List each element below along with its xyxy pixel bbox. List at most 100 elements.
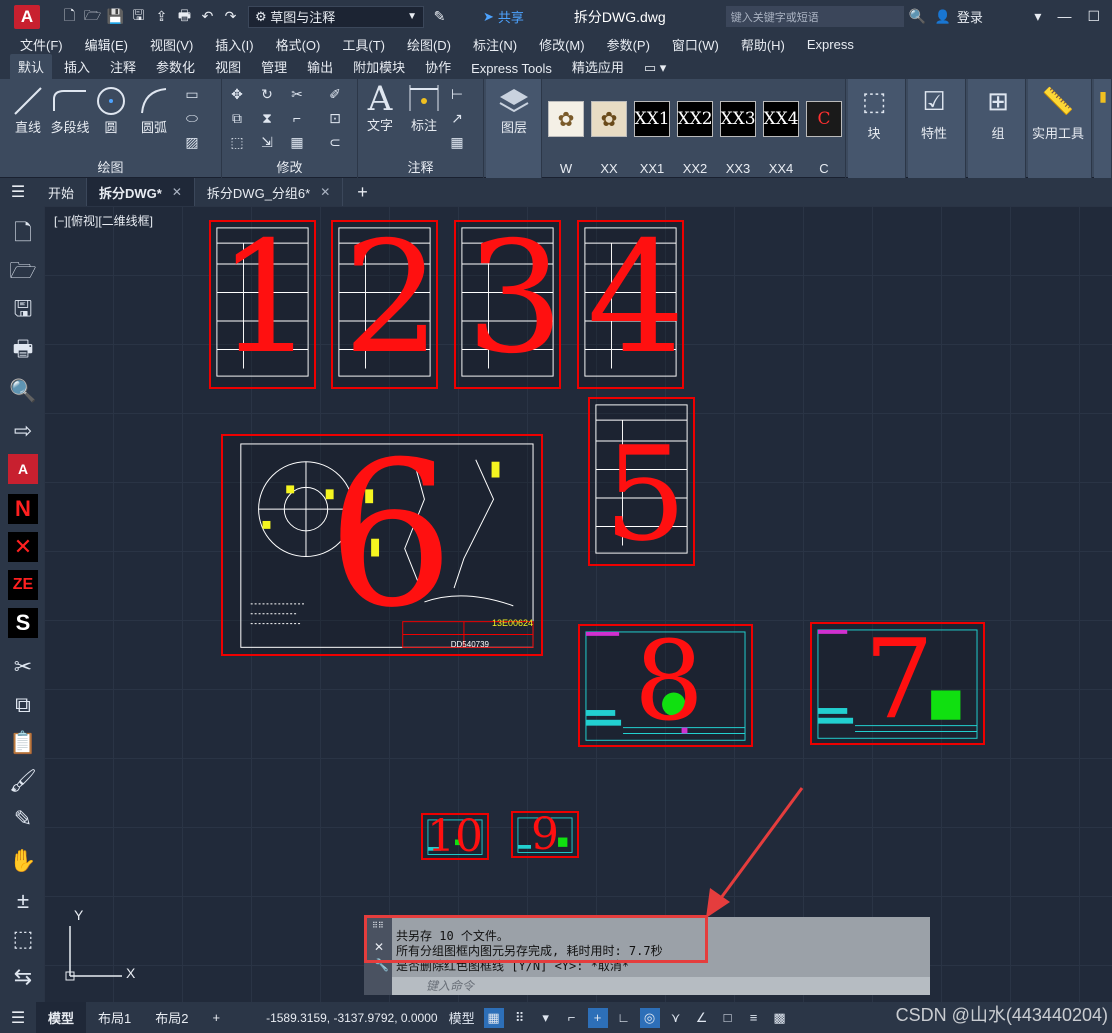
menu-item[interactable]: Express: [807, 37, 854, 52]
ribbon-tab[interactable]: 参数化: [148, 54, 203, 79]
match-properties-icon[interactable]: 🖌: [8, 766, 38, 796]
utilities-panel[interactable]: 📏 实用工具: [1028, 79, 1092, 178]
frame-8[interactable]: 8: [578, 624, 753, 747]
zoom-realtime-icon[interactable]: ±: [8, 886, 38, 916]
osnap-track-icon[interactable]: ∠: [692, 1008, 712, 1028]
layers-button[interactable]: 图层: [496, 85, 532, 136]
frame-2[interactable]: 2: [331, 220, 441, 389]
polyline-button[interactable]: 多段线: [50, 85, 90, 136]
model-space-toggle[interactable]: 模型: [446, 1008, 478, 1028]
n-block-icon[interactable]: N: [8, 494, 38, 524]
save-as-icon[interactable]: 🖫: [129, 7, 148, 26]
tab-current-drawing[interactable]: 拆分DWG* ✕: [87, 178, 195, 206]
block-thumbnail[interactable]: ✿: [548, 101, 584, 137]
dropdown-icon[interactable]: ▾: [536, 1008, 556, 1028]
ribbon-tab[interactable]: 精选应用: [564, 54, 632, 79]
frame-1[interactable]: 1: [209, 220, 316, 389]
block-thumbnail[interactable]: XX4: [763, 101, 799, 137]
table-icon[interactable]: ▦: [448, 133, 466, 151]
hamburger-menu-icon[interactable]: ☰: [0, 182, 36, 202]
save-icon[interactable]: 🖫: [8, 296, 38, 326]
scale-icon[interactable]: ⇲: [258, 133, 276, 151]
menu-item[interactable]: 编辑(E): [85, 35, 128, 54]
ellipse-icon[interactable]: ⬭: [183, 109, 201, 127]
group-panel[interactable]: ⊞ 组: [968, 79, 1026, 178]
block-editor-icon[interactable]: ✎: [8, 804, 38, 834]
frame-7[interactable]: 7: [810, 622, 985, 745]
infer-icon[interactable]: ⌐: [562, 1008, 582, 1028]
group-button[interactable]: ⊞ 组: [982, 85, 1014, 142]
pan-icon[interactable]: ✋: [8, 846, 38, 876]
menu-item[interactable]: 格式(O): [276, 35, 321, 54]
ribbon-tab[interactable]: 附加模块: [345, 54, 413, 79]
annotation-panel-title[interactable]: 注释: [358, 157, 483, 176]
line-button[interactable]: 直线: [12, 85, 44, 136]
workspace-switcher[interactable]: ⚙ 草图与注释 ▼: [248, 5, 424, 28]
add-layout-icon[interactable]: +: [200, 1002, 232, 1033]
tab-model[interactable]: 模型: [36, 1002, 87, 1033]
linear-dim-icon[interactable]: ⊢: [448, 85, 466, 103]
snap-icon[interactable]: ⠿: [510, 1008, 530, 1028]
erase-icon[interactable]: ✐: [326, 85, 344, 103]
menu-item[interactable]: 参数(P): [607, 35, 650, 54]
drawing-canvas[interactable]: [−][俯视][二维线框] 1 2 3 4 5 13E00624 DD54073…: [44, 206, 1112, 1002]
minimize-icon[interactable]: —: [1057, 8, 1071, 25]
ribbon-tab[interactable]: 管理: [253, 54, 295, 79]
menu-item[interactable]: 窗口(W): [672, 35, 719, 54]
login-button[interactable]: 👤 登录: [935, 7, 983, 26]
zoom-window-icon[interactable]: ⬚: [8, 924, 38, 954]
ortho-icon[interactable]: ∟: [614, 1008, 634, 1028]
copy-icon[interactable]: ⧉: [8, 690, 38, 720]
menu-item[interactable]: 绘图(D): [407, 35, 451, 54]
ribbon-tab[interactable]: 注释: [102, 54, 144, 79]
copy-icon[interactable]: ⧉: [228, 109, 246, 127]
draw-panel-title[interactable]: 绘图: [0, 157, 221, 176]
grid-icon[interactable]: ▦: [483, 1007, 504, 1028]
block-button[interactable]: ⬚ 块: [858, 85, 890, 142]
ribbon-toggle-icon[interactable]: ▭ ▾: [636, 57, 674, 79]
s-block-icon[interactable]: S: [8, 608, 38, 638]
modify-panel-title[interactable]: 修改: [222, 157, 357, 176]
ribbon-tab[interactable]: 插入: [56, 54, 98, 79]
close-tab-icon[interactable]: ✕: [172, 185, 182, 199]
move-icon[interactable]: ✥: [228, 85, 246, 103]
new-icon[interactable]: 🗋: [8, 220, 38, 250]
x-block-icon[interactable]: ✕: [8, 532, 38, 562]
menu-item[interactable]: 文件(F): [20, 35, 63, 54]
frame-6[interactable]: 13E00624 DD540739 6: [221, 434, 543, 656]
open-file-icon[interactable]: 🗁: [83, 7, 102, 26]
menu-item[interactable]: 工具(T): [342, 35, 385, 54]
print-icon[interactable]: 🖶: [8, 336, 38, 366]
command-input[interactable]: 键入命令: [392, 977, 930, 995]
brush-icon[interactable]: ✎: [430, 7, 449, 26]
preview-icon[interactable]: 🔍: [8, 376, 38, 406]
frame-10[interactable]: 10: [421, 813, 489, 860]
osnap-icon[interactable]: □: [718, 1008, 738, 1028]
explode-icon[interactable]: ⊡: [326, 109, 344, 127]
properties-panel[interactable]: ☑ 特性: [908, 79, 966, 178]
block-thumbnail[interactable]: XX2: [677, 101, 713, 137]
frame-4[interactable]: 4: [577, 220, 685, 389]
fillet-icon[interactable]: ⌐: [288, 109, 306, 127]
rotate-icon[interactable]: ↻: [258, 85, 276, 103]
ze-block-icon[interactable]: ZE: [8, 570, 38, 600]
properties-button[interactable]: ☑ 特性: [918, 85, 950, 142]
menu-item[interactable]: 插入(I): [215, 35, 253, 54]
menu-more-icon[interactable]: ▾: [1034, 8, 1041, 25]
ribbon-tab[interactable]: 协作: [417, 54, 459, 79]
menu-item[interactable]: 标注(N): [473, 35, 517, 54]
save-icon[interactable]: 💾: [106, 7, 125, 26]
maximize-icon[interactable]: ☐: [1087, 8, 1100, 25]
zoom-previous-icon[interactable]: ⇆: [8, 962, 38, 992]
cut-icon[interactable]: ✂: [8, 652, 38, 682]
publish-icon[interactable]: ⇨: [8, 416, 38, 446]
lineweight-icon[interactable]: ≡: [744, 1008, 764, 1028]
search-icon[interactable]: 🔍: [908, 7, 927, 26]
close-tab-icon[interactable]: ✕: [320, 185, 330, 199]
frame-3[interactable]: 3: [454, 220, 564, 389]
dimension-button[interactable]: 标注: [406, 83, 442, 134]
frame-9[interactable]: 9: [511, 811, 579, 858]
arc-button[interactable]: 圆弧: [138, 85, 170, 136]
tab-group-drawing[interactable]: 拆分DWG_分组6* ✕: [195, 178, 344, 206]
ribbon-tab[interactable]: 输出: [299, 54, 341, 79]
